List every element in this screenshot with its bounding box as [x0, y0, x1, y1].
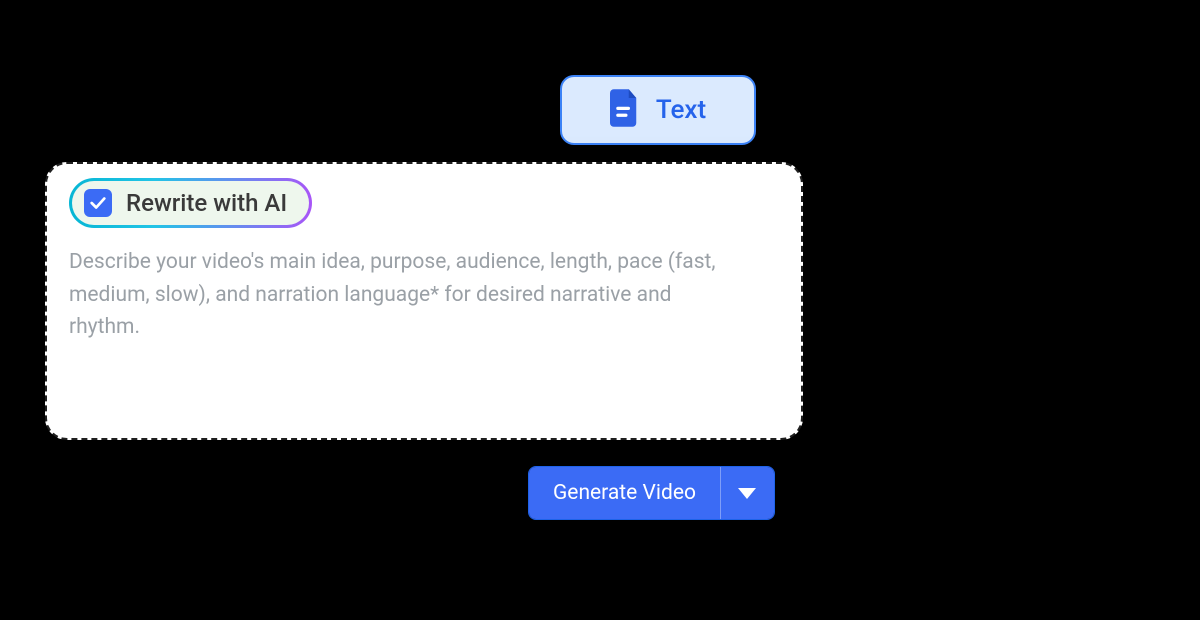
checkbox-checked-icon — [84, 189, 112, 217]
generate-video-button[interactable]: Generate Video — [529, 467, 720, 519]
document-icon — [610, 89, 640, 131]
rewrite-with-ai-toggle[interactable]: Rewrite with AI — [69, 178, 312, 228]
text-mode-chip[interactable]: Text — [560, 75, 756, 145]
generate-video-button-group: Generate Video — [528, 466, 775, 520]
chevron-down-icon — [738, 488, 756, 499]
generate-video-dropdown-button[interactable] — [720, 467, 774, 519]
prompt-card: Rewrite with AI Describe your video's ma… — [45, 162, 803, 440]
prompt-textarea[interactable]: Describe your video's main idea, purpose… — [69, 246, 779, 344]
generate-video-label: Generate Video — [553, 481, 696, 505]
rewrite-with-ai-label: Rewrite with AI — [126, 189, 287, 217]
text-mode-label: Text — [656, 95, 706, 125]
